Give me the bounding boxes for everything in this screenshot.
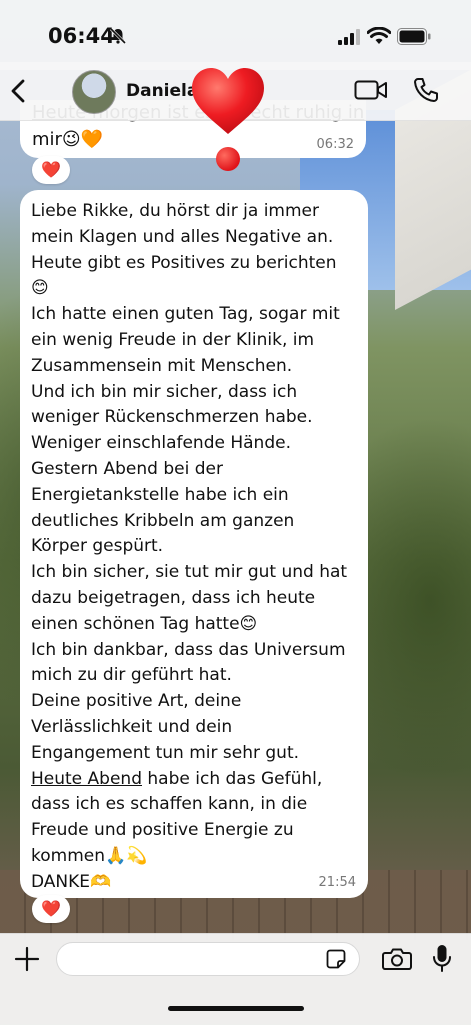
heart-reaction-badge[interactable]: ❤️: [32, 895, 70, 923]
message-input[interactable]: [56, 942, 360, 976]
back-chevron-icon[interactable]: [6, 76, 32, 106]
big-heart-dot: [216, 147, 240, 171]
big-heart-reaction-icon: [192, 68, 264, 134]
heart-reaction-badge[interactable]: ❤️: [32, 156, 70, 184]
contact-name[interactable]: Daniela: [126, 81, 198, 101]
home-indicator: [168, 1006, 304, 1011]
status-time: 06:44: [48, 24, 115, 48]
avatar[interactable]: [72, 70, 116, 114]
video-call-icon[interactable]: [354, 78, 388, 102]
signal-icon: [338, 29, 360, 45]
mute-bell-icon: [109, 27, 127, 45]
phone-call-icon[interactable]: [412, 76, 440, 104]
status-bar: 06:44: [0, 0, 471, 70]
wifi-icon: [367, 27, 391, 44]
microphone-icon[interactable]: [432, 944, 452, 974]
message-timestamp: 06:32: [316, 137, 354, 152]
plus-icon[interactable]: [14, 946, 40, 972]
message-text: Liebe Rikke, du hörst dir ja immer mein …: [31, 199, 366, 896]
message-bubble-received[interactable]: Liebe Rikke, du hörst dir ja immer mein …: [20, 190, 368, 898]
message-text-part: Liebe Rikke, du hörst dir ja immer mein …: [31, 201, 348, 763]
message-composer: [0, 933, 471, 1025]
camera-icon[interactable]: [382, 947, 412, 971]
message-link-text[interactable]: Heute Abend: [31, 769, 142, 789]
battery-icon: [397, 28, 431, 45]
sticker-icon[interactable]: [326, 949, 346, 969]
message-timestamp: 21:54: [318, 875, 356, 890]
message-text: mir😉🧡: [32, 129, 104, 150]
